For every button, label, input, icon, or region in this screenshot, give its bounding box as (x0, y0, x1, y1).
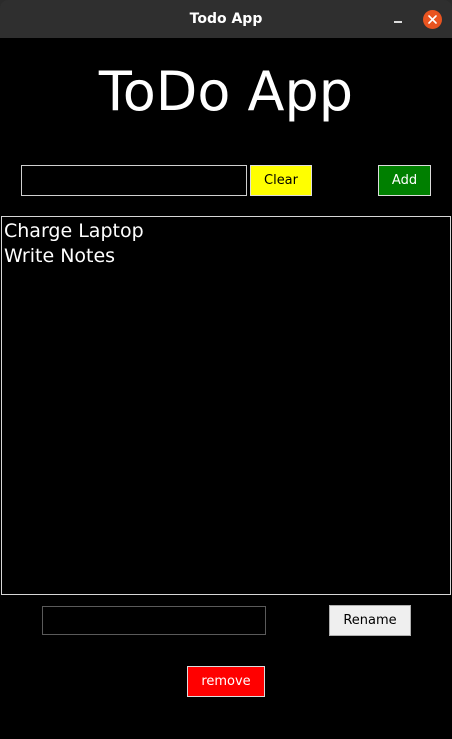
task-list-item[interactable]: Write Notes (4, 244, 450, 269)
clear-button[interactable]: Clear (250, 165, 312, 196)
close-icon[interactable] (423, 10, 442, 29)
rename-button[interactable]: Rename (329, 605, 411, 636)
add-button[interactable]: Add (378, 165, 431, 196)
task-list[interactable]: Charge Laptop Write Notes (1, 216, 451, 595)
rename-input[interactable] (42, 606, 266, 635)
remove-button[interactable]: remove (187, 666, 265, 697)
window-titlebar: Todo App (0, 0, 452, 38)
app-window: ToDo App Clear Add Charge Laptop Write N… (0, 38, 452, 739)
window-title: Todo App (189, 11, 263, 27)
task-list-item[interactable]: Charge Laptop (4, 219, 450, 244)
task-input[interactable] (21, 165, 247, 196)
app-heading: ToDo App (98, 60, 354, 123)
minimize-icon[interactable] (388, 11, 408, 27)
